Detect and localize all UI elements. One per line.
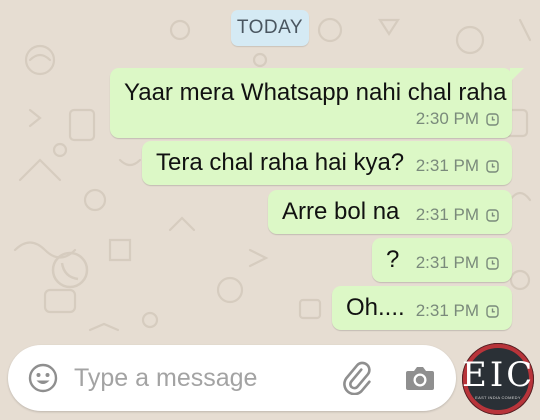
date-chip: TODAY [231, 10, 309, 46]
camera-icon[interactable] [404, 362, 436, 394]
paperclip-icon[interactable] [340, 361, 374, 395]
outgoing-message[interactable]: Arre bol na 2:31 PM [268, 190, 512, 234]
smiley-face-icon[interactable] [28, 363, 58, 393]
outgoing-message[interactable]: Oh.... 2:31 PM [332, 286, 512, 330]
message-composer [8, 345, 456, 411]
outgoing-message[interactable]: Tera chal raha hai kya? 2:31 PM [142, 141, 512, 185]
clock-pending-icon [486, 112, 499, 126]
channel-logo: EIC EAST INDIA COMEDY [462, 343, 534, 415]
message-input[interactable] [74, 358, 324, 398]
outgoing-message[interactable]: ? 2:31 PM [372, 238, 512, 282]
logo-tagline: EAST INDIA COMEDY [475, 395, 521, 400]
message-time: 2:31 PM [415, 156, 479, 175]
clock-pending-icon [486, 208, 499, 222]
logo-letters: EIC [462, 355, 536, 395]
message-time: 2:31 PM [415, 205, 479, 224]
message-text: Oh.... [346, 294, 405, 321]
message-time: 2:31 PM [415, 301, 479, 320]
bubble-tail [510, 68, 524, 82]
date-label: TODAY [236, 17, 304, 38]
message-time: 2:30 PM [415, 109, 479, 128]
message-text: ? [386, 246, 400, 273]
message-text: Arre bol na [282, 198, 400, 225]
outgoing-message[interactable]: Yaar mera Whatsapp nahi chal raha 2:30 P… [110, 68, 524, 138]
clock-pending-icon [486, 304, 499, 318]
clock-pending-icon [486, 159, 499, 173]
message-time: 2:31 PM [415, 253, 479, 272]
clock-pending-icon [486, 256, 499, 270]
message-text: Tera chal raha hai kya? [156, 149, 405, 176]
message-text: Yaar mera Whatsapp nahi chal raha [124, 79, 507, 106]
